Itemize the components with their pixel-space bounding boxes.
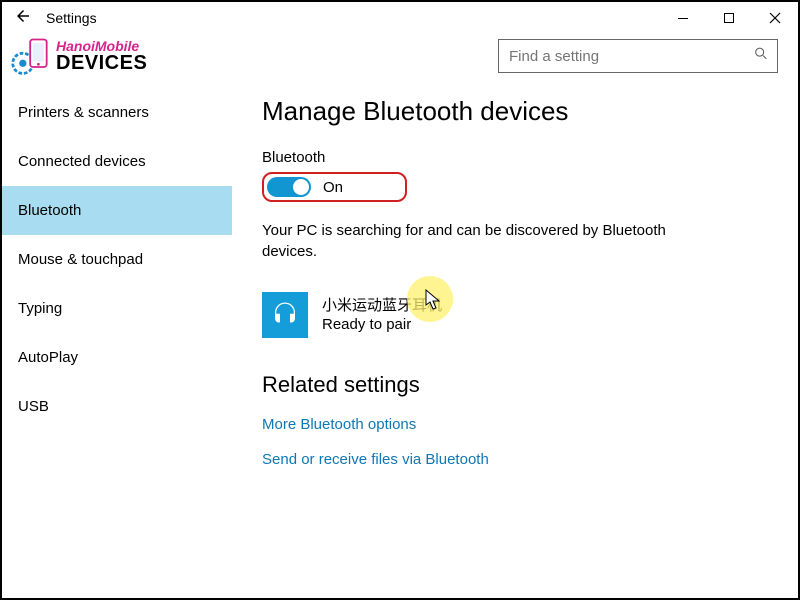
link-send-receive-files[interactable]: Send or receive files via Bluetooth (262, 451, 774, 468)
sidebar-item-usb[interactable]: USB (2, 382, 232, 431)
bluetooth-status-text: Your PC is searching for and can be disc… (262, 220, 682, 262)
arrow-left-icon (14, 7, 32, 25)
toggle-state-text: On (323, 179, 343, 196)
link-more-bluetooth-options[interactable]: More Bluetooth options (262, 416, 774, 433)
sidebar-item-mouse-touchpad[interactable]: Mouse & touchpad (2, 235, 232, 284)
toggle-label: Bluetooth (262, 149, 774, 166)
window-title: Settings (46, 10, 97, 26)
toggle-knob (293, 179, 309, 195)
minimize-button[interactable] (660, 2, 706, 34)
search-icon (753, 46, 769, 67)
sidebar-item-connected-devices[interactable]: Connected devices (2, 137, 232, 186)
sidebar-item-label: Typing (18, 300, 62, 317)
related-heading: Related settings (262, 372, 774, 398)
sidebar: Printers & scanners Connected devices Bl… (2, 88, 232, 594)
headset-icon (262, 292, 308, 338)
sidebar-item-autoplay[interactable]: AutoPlay (2, 333, 232, 382)
sidebar-item-printers[interactable]: Printers & scanners (2, 88, 232, 137)
window-controls (660, 2, 798, 34)
back-button[interactable] (14, 7, 32, 30)
brand-name: HanoiMobile (56, 39, 147, 53)
logo-block: HanoiMobile DEVICES (10, 34, 147, 78)
device-status: Ready to pair (322, 315, 442, 335)
device-row[interactable]: 小米运动蓝牙耳机 Ready to pair (262, 292, 774, 338)
device-name: 小米运动蓝牙耳机 (322, 296, 442, 316)
gear-phone-icon (10, 34, 54, 78)
content-area: Printers & scanners Connected devices Bl… (2, 88, 798, 594)
sidebar-item-label: Bluetooth (18, 202, 81, 219)
toggle-highlight-annotation: On (262, 172, 407, 202)
sidebar-item-label: AutoPlay (18, 349, 78, 366)
titlebar: Settings (2, 2, 798, 34)
close-icon (769, 12, 781, 24)
sidebar-item-bluetooth[interactable]: Bluetooth (2, 186, 232, 235)
section-name: DEVICES (56, 53, 147, 73)
header-row: HanoiMobile DEVICES (2, 34, 798, 88)
logo-text: HanoiMobile DEVICES (56, 39, 147, 73)
close-button[interactable] (752, 2, 798, 34)
toggle-row: On (262, 172, 774, 202)
search-input[interactable] (509, 48, 745, 65)
maximize-icon (723, 12, 735, 24)
page-heading: Manage Bluetooth devices (262, 96, 774, 127)
titlebar-left: Settings (14, 7, 97, 30)
minimize-icon (677, 12, 689, 24)
bluetooth-toggle[interactable] (267, 177, 311, 197)
sidebar-item-label: Connected devices (18, 153, 146, 170)
main-panel: Manage Bluetooth devices Bluetooth On Yo… (232, 88, 798, 594)
sidebar-item-label: Mouse & touchpad (18, 251, 143, 268)
sidebar-item-typing[interactable]: Typing (2, 284, 232, 333)
search-box[interactable] (498, 39, 778, 73)
sidebar-item-label: USB (18, 398, 49, 415)
maximize-button[interactable] (706, 2, 752, 34)
sidebar-item-label: Printers & scanners (18, 104, 149, 121)
device-text: 小米运动蓝牙耳机 Ready to pair (322, 296, 442, 335)
